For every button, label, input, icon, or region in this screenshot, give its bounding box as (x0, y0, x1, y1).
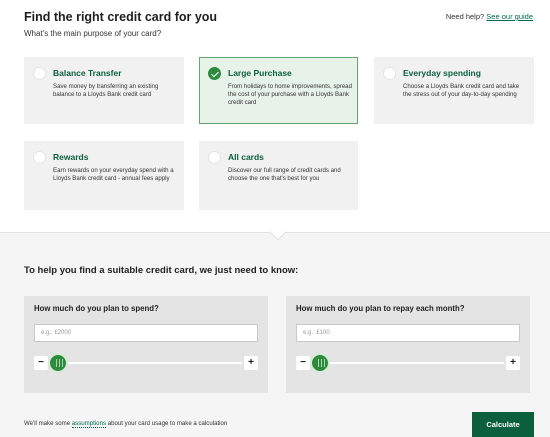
assumptions-link[interactable]: assumptions (71, 420, 107, 428)
note-prefix: We'll make some (24, 420, 72, 427)
card-option-large-purchase[interactable]: Large Purchase From holidays to home imp… (199, 57, 358, 124)
increase-button[interactable]: + (506, 356, 520, 370)
card-option-balance-transfer[interactable]: Balance Transfer Save money by transferr… (24, 57, 184, 124)
repay-input[interactable]: e.g.: £100 (296, 324, 520, 342)
card-option-title: Balance Transfer (53, 68, 122, 78)
assumptions-note: We'll make some assumptions about your c… (24, 420, 228, 428)
card-option-description: From holidays to home improvements, spre… (228, 83, 352, 107)
card-option-description: Choose a Lloyds Bank credit card and tak… (403, 83, 520, 99)
card-option-rewards[interactable]: Rewards Earn rewards on your everyday sp… (24, 141, 184, 210)
radio-button[interactable] (33, 151, 46, 164)
spend-input[interactable]: e.g.: £2000 (34, 324, 258, 342)
radio-button[interactable] (33, 67, 46, 80)
calculator-title: To help you find a suitable credit card,… (24, 265, 299, 276)
page-title: Find the right credit card for you (24, 10, 218, 24)
see-guide-link[interactable]: See our guide (486, 12, 533, 21)
radio-button[interactable] (383, 67, 396, 80)
spend-label: How much do you plan to spend? (34, 304, 159, 313)
spend-panel: How much do you plan to spend? e.g.: £20… (24, 296, 268, 393)
help-text: Need help? See our guide (446, 12, 533, 21)
card-option-all-cards[interactable]: All cards Discover our full range of cre… (199, 141, 358, 210)
calculate-button[interactable]: Calculate (472, 412, 534, 437)
card-option-title: Everyday spending (403, 68, 481, 78)
purpose-question: What's the main purpose of your card? (24, 29, 162, 38)
slider-handle[interactable] (310, 353, 330, 373)
card-option-description: Discover our full range of credit cards … (228, 167, 341, 183)
card-option-everyday-spending[interactable]: Everyday spending Choose a Lloyds Bank c… (374, 57, 534, 124)
slider-track[interactable] (308, 362, 504, 364)
repay-panel: How much do you plan to repay each month… (286, 296, 530, 393)
card-purpose-section: Find the right credit card for you What'… (0, 0, 550, 232)
help-prefix: Need help? (445, 12, 485, 21)
card-option-title: Large Purchase (228, 68, 292, 78)
card-option-description: Save money by transferring an existing b… (53, 83, 159, 99)
decrease-button[interactable]: − (34, 356, 48, 370)
card-option-title: Rewards (53, 152, 89, 162)
checked-radio-icon[interactable] (208, 67, 221, 80)
card-option-title: All cards (228, 152, 264, 162)
slider-track[interactable] (46, 362, 242, 364)
repay-label: How much do you plan to repay each month… (296, 304, 465, 313)
card-option-description: Earn rewards on your everyday spend with… (53, 167, 174, 183)
slider-handle[interactable] (48, 353, 68, 373)
decrease-button[interactable]: − (296, 356, 310, 370)
note-suffix: about your card usage to make a calculat… (106, 420, 228, 427)
radio-button[interactable] (208, 151, 221, 164)
increase-button[interactable]: + (244, 356, 258, 370)
